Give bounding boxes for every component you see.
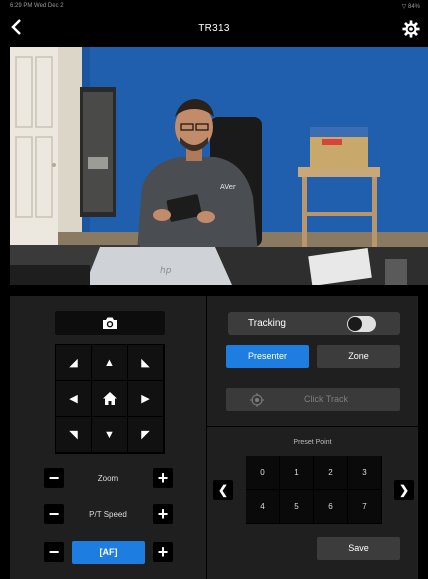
home-button[interactable]	[92, 381, 127, 416]
preset-point-5[interactable]: 5	[280, 490, 313, 523]
status-indicators: ▽ 84%	[401, 4, 420, 10]
click-track-label: Click Track	[304, 394, 349, 404]
camera-feed[interactable]: AVer hp	[10, 47, 428, 285]
camera-feed-image: AVer hp	[10, 47, 428, 285]
arrow-down-icon: ▼	[104, 428, 115, 441]
nav-bar: TR313	[0, 14, 428, 46]
toggle-knob	[348, 317, 362, 331]
page-title: TR313	[198, 23, 230, 34]
pan-up-right-button[interactable]: ◣	[128, 345, 163, 380]
status-time: 6:29 PM Wed Dec 2	[10, 3, 64, 9]
arrow-down-right-icon: ◤	[141, 429, 150, 441]
arrow-up-left-icon: ◢	[69, 357, 78, 369]
pan-left-button[interactable]: ◀	[56, 381, 91, 416]
status-bar: 6:29 PM Wed Dec 2 ▽ 84%	[0, 0, 428, 14]
tilt-down-button[interactable]: ▼	[92, 417, 127, 452]
focus-far-button[interactable]: +	[153, 542, 173, 562]
preset-next-button[interactable]: ❯	[394, 480, 414, 500]
save-preset-button[interactable]: Save	[317, 537, 400, 560]
arrow-left-icon: ◀	[69, 393, 78, 405]
preset-point-0[interactable]: 0	[246, 456, 279, 489]
zone-mode-button[interactable]: Zone	[317, 345, 400, 368]
pan-up-left-button[interactable]: ◢	[56, 345, 91, 380]
preset-point-1[interactable]: 1	[280, 456, 313, 489]
home-icon	[102, 392, 117, 405]
arrow-right-icon: ▶	[141, 393, 150, 405]
preset-point-7[interactable]: 7	[348, 490, 381, 523]
divider-vertical	[206, 296, 207, 579]
preset-point-4[interactable]: 4	[246, 490, 279, 523]
ptz-dpad: ◢ ▲ ◣ ◀ ▶ ◥ ▼ ◤	[55, 344, 165, 454]
zoom-in-button[interactable]: +	[153, 468, 173, 488]
preset-prev-button[interactable]: ❮	[213, 480, 233, 500]
pt-speed-label: P/T Speed	[89, 510, 127, 519]
preset-point-2[interactable]: 2	[314, 456, 347, 489]
pt-speed-decrease-button[interactable]: −	[44, 504, 64, 524]
tracking-label: Tracking	[248, 318, 286, 329]
gear-icon	[402, 20, 420, 38]
preset-point-3[interactable]: 3	[348, 456, 381, 489]
arrow-up-right-icon: ◣	[141, 357, 150, 369]
settings-button[interactable]	[402, 20, 420, 38]
tilt-up-button[interactable]: ▲	[92, 345, 127, 380]
click-track-button[interactable]: Click Track	[226, 388, 400, 411]
shirt-logo: AVer	[220, 183, 236, 191]
presenter-mode-button[interactable]: Presenter	[226, 345, 309, 368]
zoom-label: Zoom	[97, 474, 119, 483]
pan-down-right-button[interactable]: ◤	[128, 417, 163, 452]
pt-speed-increase-button[interactable]: +	[153, 504, 173, 524]
autofocus-button[interactable]: [AF]	[72, 541, 145, 564]
arrow-down-left-icon: ◥	[69, 429, 78, 441]
camera-icon	[103, 317, 117, 329]
arrow-up-icon: ▲	[104, 356, 115, 369]
tracking-row: Tracking	[228, 312, 400, 335]
zoom-out-button[interactable]: −	[44, 468, 64, 488]
preset-grid: 0 1 2 3 4 5 6 7	[246, 456, 382, 524]
snapshot-button[interactable]	[55, 311, 165, 335]
focus-near-button[interactable]: −	[44, 542, 64, 562]
divider-horizontal	[207, 426, 418, 427]
preset-point-6[interactable]: 6	[314, 490, 347, 523]
pan-right-button[interactable]: ▶	[128, 381, 163, 416]
chevron-right-icon: ❯	[398, 483, 410, 497]
laptop-logo: hp	[160, 266, 172, 276]
pan-down-left-button[interactable]: ◥	[56, 417, 91, 452]
chevron-left-icon: ❮	[217, 483, 229, 497]
control-panel: ◢ ▲ ◣ ◀ ▶ ◥ ▼ ◤ − Zoom + − P/T Speed + −…	[10, 296, 418, 579]
tracking-toggle[interactable]	[347, 316, 376, 332]
target-tap-icon	[250, 393, 264, 407]
preset-title: Preset Point	[293, 439, 332, 446]
